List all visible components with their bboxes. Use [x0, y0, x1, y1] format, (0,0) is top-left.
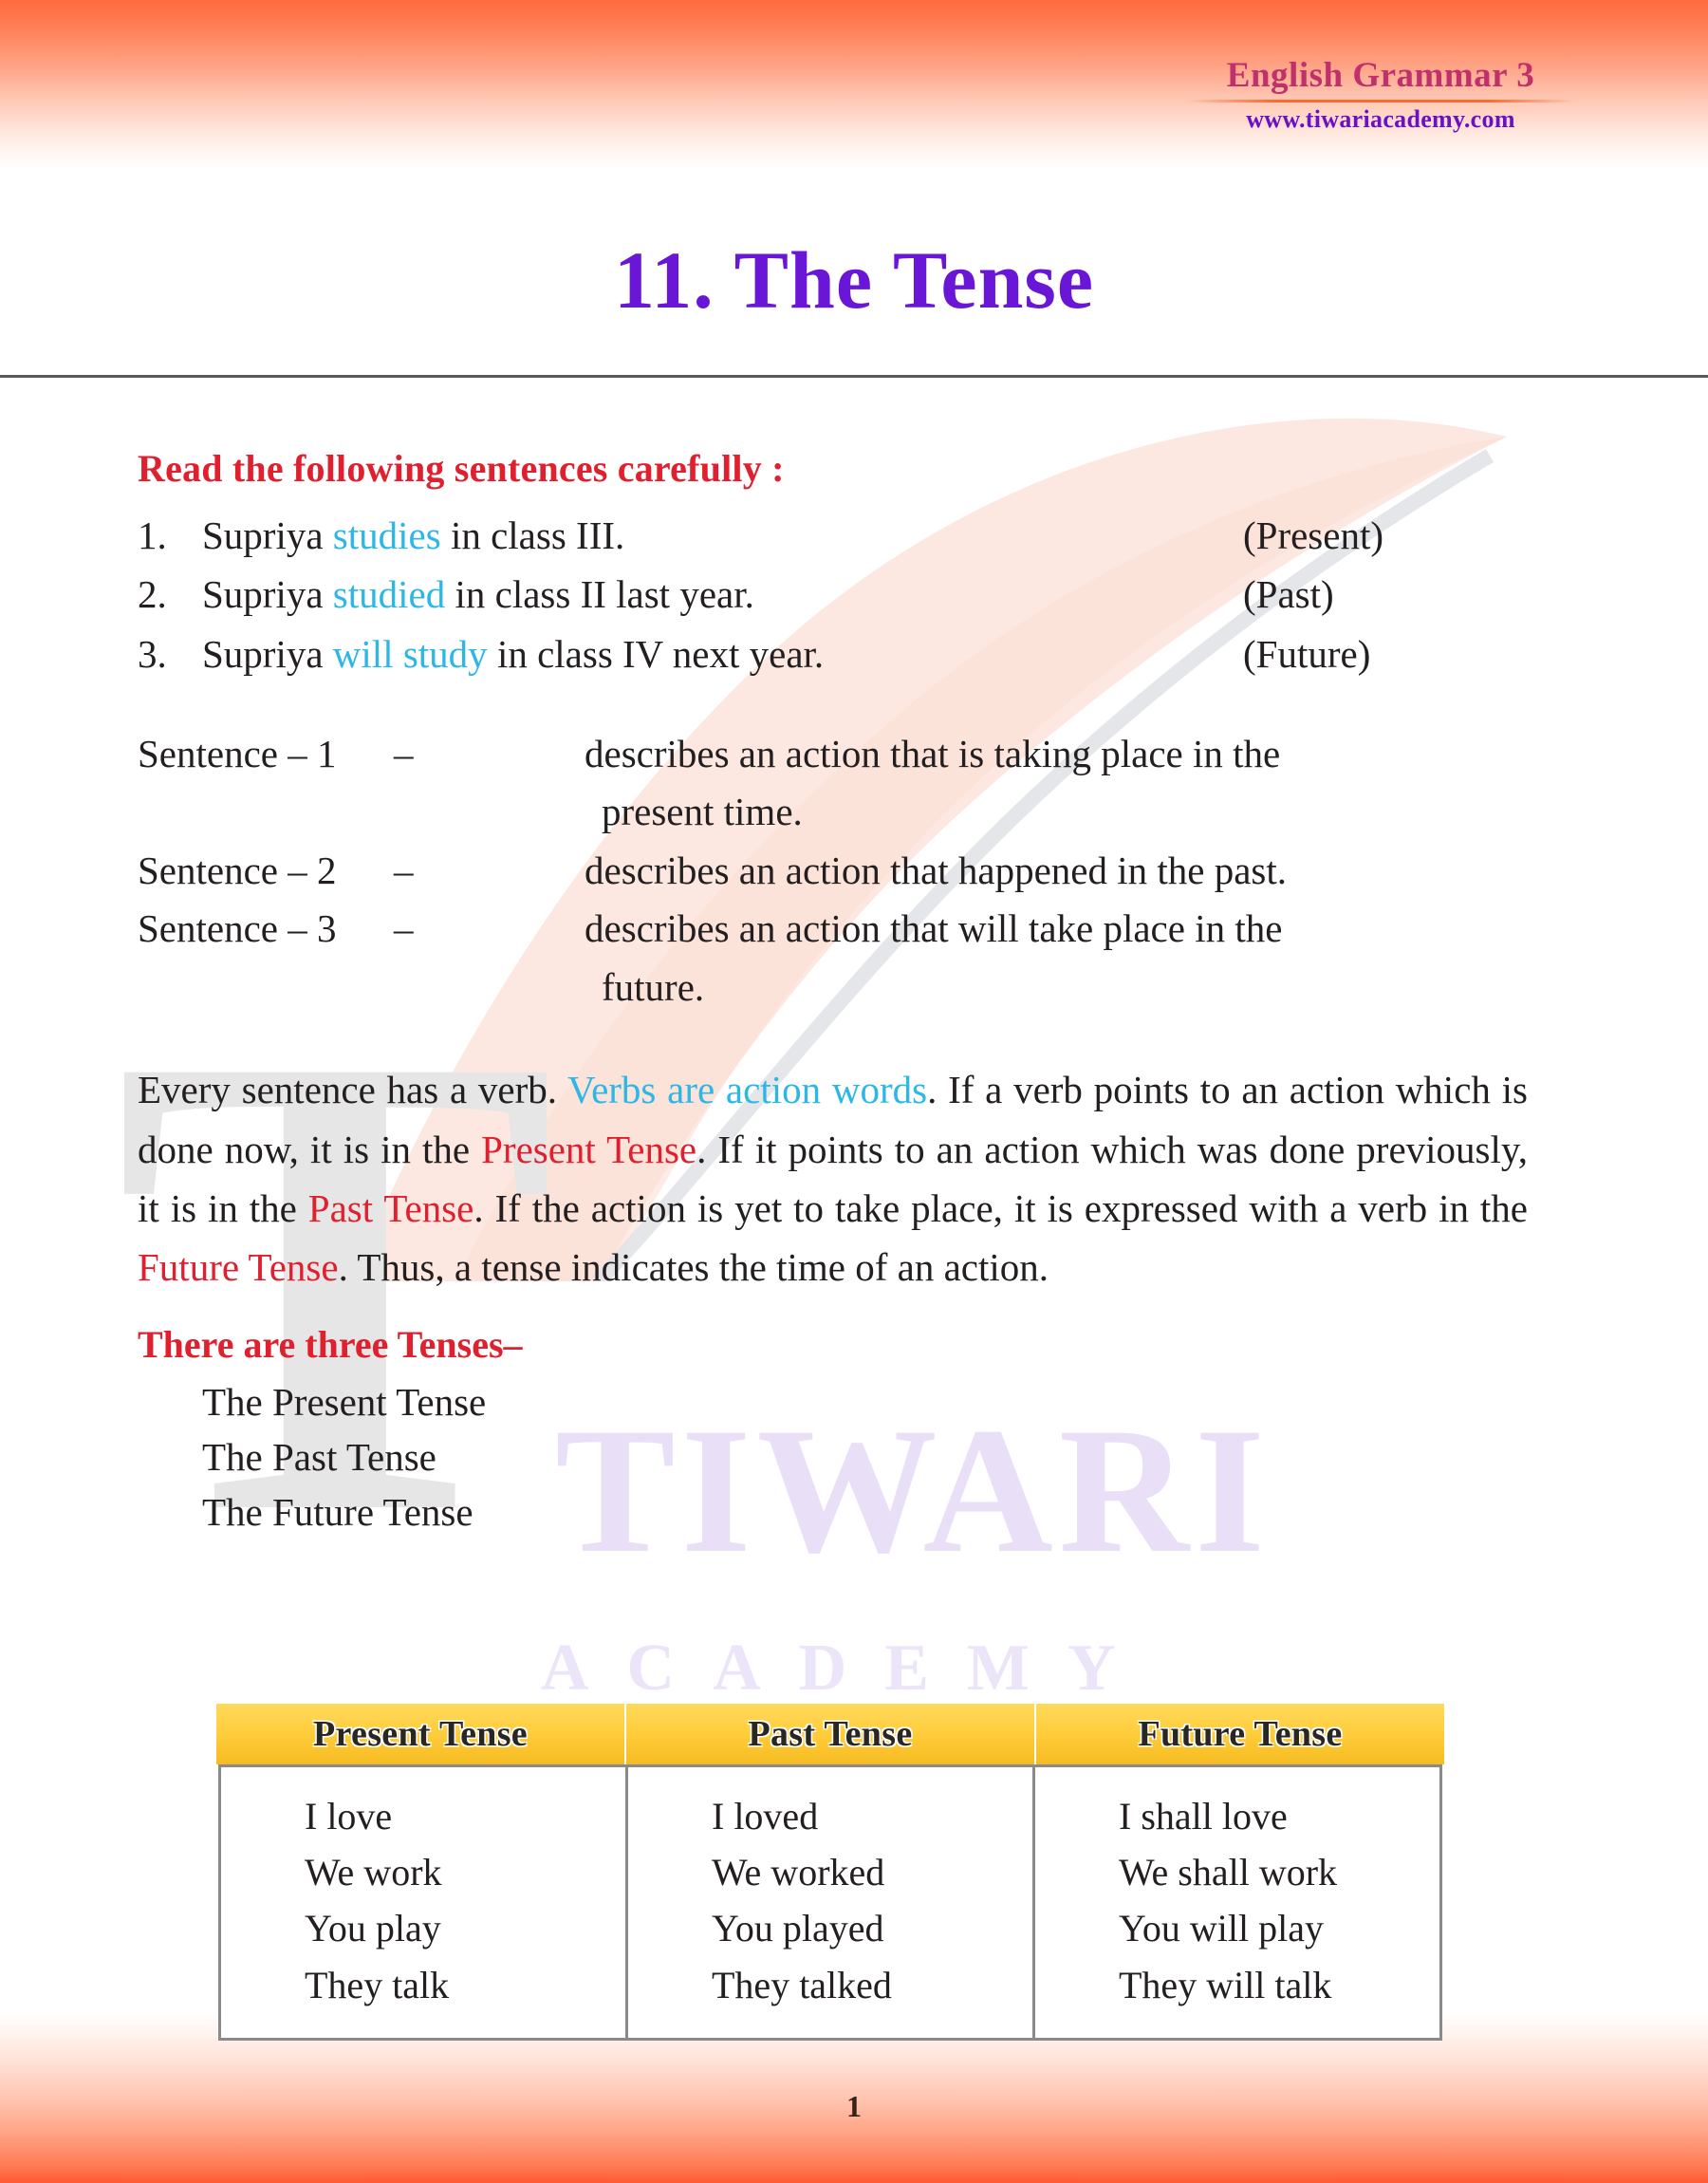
- tense-comparison-table: Present Tense Past Tense Future Tense I …: [216, 1704, 1444, 2041]
- sentence-text: Supriya studied in class II last year.: [202, 572, 754, 617]
- description-continuation: present time.: [602, 790, 803, 834]
- list-item: The Past Tense: [202, 1434, 436, 1479]
- explanatory-paragraph: Every sentence has a verb. Verbs are act…: [138, 1068, 1528, 1290]
- table-column-past: I loved We worked You played They talked: [628, 1767, 1035, 2038]
- sentence-text: Supriya studies in class III.: [202, 513, 625, 557]
- table-cell: They talked: [712, 1963, 892, 2006]
- table-cell: They talk: [305, 1963, 450, 2006]
- table-cell: You played: [712, 1907, 884, 1950]
- title-divider: [0, 375, 1708, 378]
- description-text: describes an action that will take place…: [579, 900, 1528, 1017]
- present-tense-phrase: Present Tense: [481, 1127, 697, 1171]
- list-item: The Future Tense: [202, 1490, 473, 1535]
- table-column-future: I shall love We shall work You will play…: [1035, 1767, 1439, 2038]
- sentence-label: Sentence – 2: [138, 848, 337, 892]
- brand-title: English Grammar 3: [1226, 56, 1535, 95]
- list-item: 3. Supriya will study in class IV next y…: [138, 625, 1528, 683]
- dash-separator: –: [394, 906, 414, 951]
- highlighted-verb: will study: [332, 631, 488, 676]
- future-tense-phrase: Future Tense: [138, 1245, 339, 1290]
- section-heading: Read the following sentences carefully :: [138, 447, 785, 490]
- tense-tag: (Future): [1243, 631, 1371, 676]
- verbs-action-words-phrase: Verbs are action words: [567, 1068, 928, 1112]
- sentence-label: Sentence – 1: [138, 731, 337, 775]
- list-item: 1. Supriya studies in class III. (Presen…: [138, 506, 1528, 565]
- description-text: describes an action that is taking place…: [579, 725, 1528, 842]
- table-cell: We worked: [712, 1851, 885, 1894]
- table-cell: I shall love: [1119, 1795, 1288, 1838]
- list-item: The Present Tense: [202, 1379, 487, 1424]
- table-cell: They will talk: [1119, 1963, 1332, 2006]
- document-page: T TIWARI ACADEMY English Grammar 3 www.t…: [0, 0, 1708, 2183]
- sentence-list: 1. Supriya studies in class III. (Presen…: [138, 506, 1528, 683]
- table-column-present: I love We work You play They talk: [221, 1767, 628, 2038]
- dash-separator: –: [394, 848, 414, 892]
- highlighted-verb: studied: [332, 572, 446, 617]
- sentence-number: 1.: [138, 513, 167, 557]
- column-header-past: Past Tense: [626, 1704, 1036, 1764]
- list-item: 2. Supriya studied in class II last year…: [138, 565, 1528, 624]
- brand-divider: [1187, 99, 1574, 103]
- sentence-number: 3.: [138, 631, 167, 676]
- sentence-text: Supriya will study in class IV next year…: [202, 631, 825, 676]
- table-cell: You will play: [1119, 1907, 1324, 1950]
- sentence-label: Sentence – 3: [138, 906, 337, 951]
- column-header-present: Present Tense: [216, 1704, 626, 1764]
- brand-block: English Grammar 3 www.tiwariacademy.com: [1181, 56, 1580, 134]
- table-cell: I loved: [712, 1795, 819, 1838]
- table-header-row: Present Tense Past Tense Future Tense: [216, 1704, 1444, 1764]
- table-cell: We shall work: [1119, 1851, 1338, 1894]
- sentence-number: 2.: [138, 572, 167, 617]
- table-cell: We work: [305, 1851, 442, 1894]
- description-text: describes an action that happened in the…: [585, 848, 1288, 892]
- brand-url: www.tiwariacademy.com: [1246, 104, 1515, 133]
- academy-watermark: ACADEMY: [541, 1632, 1154, 1705]
- past-tense-phrase: Past Tense: [307, 1186, 474, 1231]
- table-cell: I love: [305, 1795, 393, 1838]
- three-tenses-heading: There are three Tenses–: [138, 1322, 523, 1366]
- page-title: 11. The Tense: [613, 234, 1095, 326]
- list-item: Sentence – 1 – describes an action that …: [138, 725, 1528, 842]
- page-number: 1: [846, 2089, 862, 2123]
- list-item: Sentence – 2 – describes an action that …: [138, 842, 1528, 901]
- tense-tag: (Past): [1243, 572, 1334, 617]
- description-list: Sentence – 1 – describes an action that …: [138, 725, 1528, 1017]
- table-body: I love We work You play They talk I love…: [218, 1764, 1442, 2041]
- description-continuation: future.: [602, 964, 705, 1009]
- tense-tag: (Present): [1243, 513, 1384, 557]
- table-cell: You play: [305, 1907, 441, 1950]
- list-item: Sentence – 3 – describes an action that …: [138, 900, 1528, 1017]
- highlighted-verb: studies: [332, 513, 441, 557]
- column-header-future: Future Tense: [1138, 1714, 1343, 1754]
- dash-separator: –: [394, 731, 414, 775]
